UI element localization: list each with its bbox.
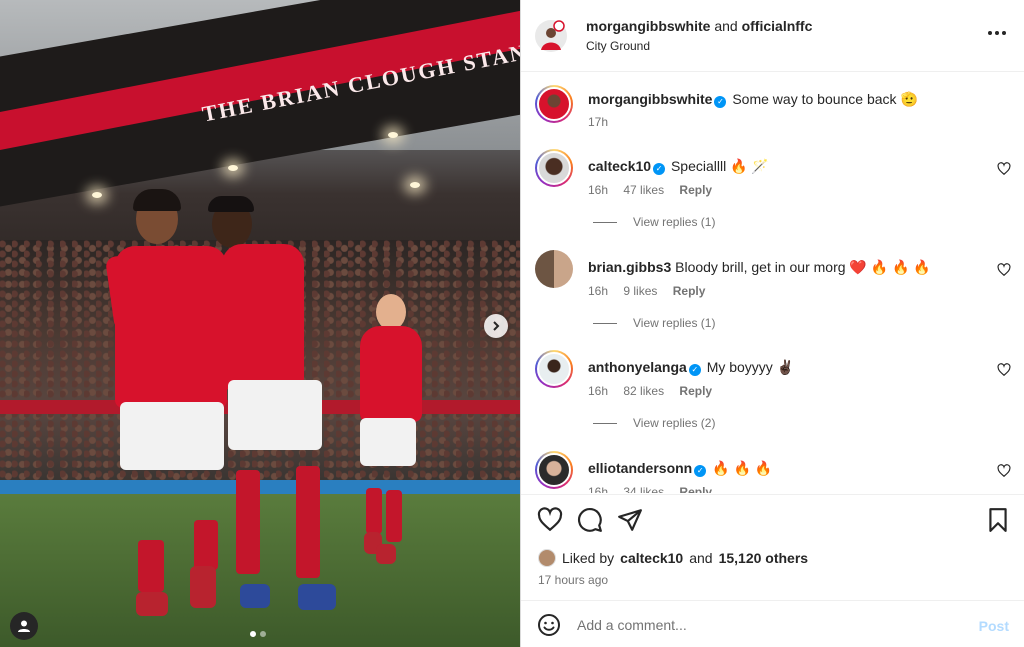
comment-text: My boyyyy ✌🏿 bbox=[706, 359, 795, 375]
comment-likes[interactable]: 9 likes bbox=[623, 284, 657, 298]
reply-button[interactable]: Reply bbox=[679, 183, 712, 197]
view-replies-button[interactable]: View replies (2) bbox=[593, 416, 715, 430]
carousel-dot-active bbox=[250, 631, 256, 637]
like-comment-heart-icon[interactable] bbox=[997, 263, 1011, 277]
liked-by-prefix: Liked by bbox=[562, 550, 615, 566]
liked-by-others[interactable]: 15,120 others bbox=[719, 550, 809, 566]
view-replies-label: View replies (1) bbox=[633, 316, 716, 330]
like-comment-heart-icon[interactable] bbox=[997, 162, 1011, 176]
post-photo[interactable]: THE BRIAN CLOUGH STAND bbox=[0, 0, 520, 647]
send-icon[interactable] bbox=[617, 507, 643, 533]
user-tag-icon bbox=[18, 620, 30, 632]
user-tag-button[interactable] bbox=[10, 612, 38, 640]
comment-username[interactable]: elliotandersonn bbox=[588, 460, 692, 476]
comment-avatar[interactable] bbox=[535, 350, 573, 388]
add-comment-bar: Post bbox=[521, 600, 1024, 647]
comments-list[interactable]: morgangibbswhite ✓ Some way to bounce bac… bbox=[521, 73, 1024, 493]
carousel-dot bbox=[260, 631, 266, 637]
post-actions: Liked by calteck10 and 15,120 others 17 … bbox=[521, 494, 1024, 604]
view-replies-label: View replies (2) bbox=[633, 416, 716, 430]
reply-button[interactable]: Reply bbox=[679, 485, 712, 493]
comment-likes[interactable]: 47 likes bbox=[623, 183, 664, 197]
location-link[interactable]: City Ground bbox=[586, 39, 650, 53]
divider-line bbox=[593, 322, 617, 324]
more-horizontal-icon bbox=[988, 31, 1006, 35]
caption-username[interactable]: morgangibbswhite bbox=[588, 91, 712, 107]
like-comment-heart-icon[interactable] bbox=[997, 363, 1011, 377]
emoji-icon[interactable] bbox=[537, 613, 561, 637]
comment-avatar[interactable] bbox=[535, 250, 573, 288]
post-side-panel: morgangibbswhite and officialnffc City G… bbox=[520, 0, 1024, 647]
view-replies-button[interactable]: View replies (1) bbox=[593, 316, 715, 330]
verified-badge-icon: ✓ bbox=[653, 163, 666, 175]
header-secondary-user[interactable]: officialnffc bbox=[742, 18, 813, 34]
carousel-indicator bbox=[250, 631, 266, 637]
comment-time: 16h bbox=[588, 384, 609, 398]
caption-avatar[interactable] bbox=[535, 85, 573, 123]
post-timestamp[interactable]: 17 hours ago bbox=[538, 573, 608, 587]
comment-likes[interactable]: 82 likes bbox=[623, 384, 664, 398]
like-comment-heart-icon[interactable] bbox=[997, 464, 1011, 478]
comment-text: Bloody brill, get in our morg ❤️ 🔥 🔥 🔥 bbox=[675, 259, 931, 275]
header-connector: and bbox=[714, 18, 738, 34]
comment-time: 16h bbox=[588, 485, 609, 493]
comment-time: 16h bbox=[588, 284, 609, 298]
comment-text: 🔥 🔥 🔥 bbox=[712, 460, 773, 476]
header-primary-user[interactable]: morgangibbswhite bbox=[586, 18, 710, 34]
floodlight bbox=[228, 165, 238, 171]
verified-badge-icon: ✓ bbox=[694, 465, 707, 477]
caption-text: Some way to bounce back 🫡 bbox=[732, 91, 918, 107]
comment-time: 16h bbox=[588, 183, 609, 197]
avatar-image bbox=[535, 20, 567, 52]
more-options-button[interactable] bbox=[987, 25, 1007, 36]
chevron-right-icon bbox=[493, 321, 500, 331]
comment-username[interactable]: brian.gibbs3 bbox=[588, 259, 671, 275]
heart-icon[interactable] bbox=[537, 507, 563, 533]
comment-input[interactable] bbox=[577, 613, 957, 637]
comment-avatar[interactable] bbox=[535, 149, 573, 187]
comment-username[interactable]: anthonyelanga bbox=[588, 359, 687, 375]
floodlight bbox=[410, 182, 420, 188]
liked-by-and: and bbox=[689, 550, 713, 566]
floodlight bbox=[388, 132, 398, 138]
header-avatar[interactable] bbox=[535, 20, 567, 52]
comment-icon[interactable] bbox=[577, 507, 603, 533]
liked-by-user[interactable]: calteck10 bbox=[620, 550, 683, 566]
header-usernames: morgangibbswhite and officialnffc bbox=[586, 18, 812, 34]
pitch bbox=[0, 494, 520, 647]
view-replies-label: View replies (1) bbox=[633, 215, 716, 229]
verified-badge-icon: ✓ bbox=[714, 96, 727, 108]
post-comment-button[interactable]: Post bbox=[979, 618, 1009, 634]
comment-username[interactable]: calteck10 bbox=[588, 158, 651, 174]
comment-likes[interactable]: 34 likes bbox=[623, 485, 664, 493]
view-replies-button[interactable]: View replies (1) bbox=[593, 215, 715, 229]
caption-time: 17h bbox=[588, 115, 609, 129]
bookmark-icon[interactable] bbox=[985, 507, 1011, 533]
divider-line bbox=[593, 422, 617, 424]
next-slide-button[interactable] bbox=[484, 314, 508, 338]
reply-button[interactable]: Reply bbox=[673, 284, 706, 298]
verified-badge-icon: ✓ bbox=[688, 364, 701, 376]
floodlight bbox=[92, 192, 102, 198]
divider-line bbox=[593, 221, 617, 223]
post-header: morgangibbswhite and officialnffc City G… bbox=[521, 0, 1024, 72]
reply-button[interactable]: Reply bbox=[679, 384, 712, 398]
liked-by: Liked by calteck10 and 15,120 others bbox=[538, 549, 808, 567]
advertising-board bbox=[0, 480, 520, 494]
liked-by-avatar[interactable] bbox=[538, 549, 556, 567]
comment-avatar[interactable] bbox=[535, 451, 573, 489]
comment-text: Speciallll 🔥 🪄 bbox=[670, 158, 769, 174]
